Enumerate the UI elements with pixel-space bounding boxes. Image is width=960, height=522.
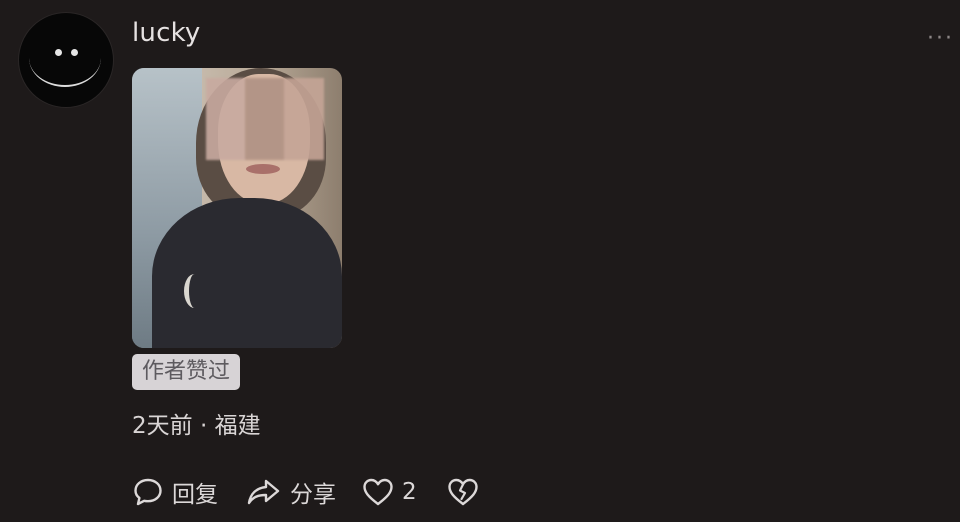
share-arrow-icon: [246, 476, 282, 508]
username[interactable]: lucky: [132, 18, 201, 48]
reply-label: 回复: [172, 482, 218, 508]
avatar-smile: [29, 29, 101, 87]
reply-button[interactable]: 回复: [132, 475, 218, 509]
speech-bubble-icon: [132, 476, 164, 508]
more-options-icon[interactable]: ···: [927, 26, 954, 51]
photo-lips: [246, 164, 280, 174]
photo-shirt: [152, 198, 342, 348]
share-button[interactable]: 分享: [246, 475, 336, 509]
share-label: 分享: [290, 482, 336, 508]
photo-face-mosaic: [206, 78, 324, 160]
like-button[interactable]: 2: [362, 477, 417, 507]
photo-shirt-print: [184, 274, 205, 308]
author-liked-badge: 作者赞过: [132, 354, 241, 390]
action-bar: 回复 分享 2: [132, 474, 479, 510]
broken-heart-icon: [447, 477, 479, 507]
comment-photo[interactable]: [132, 68, 342, 348]
dislike-button[interactable]: [447, 477, 479, 507]
user-avatar[interactable]: [18, 12, 114, 108]
heart-outline-icon: [362, 477, 394, 507]
time-location: 2天前 · 福建: [132, 413, 261, 439]
like-count: 2: [402, 479, 417, 505]
